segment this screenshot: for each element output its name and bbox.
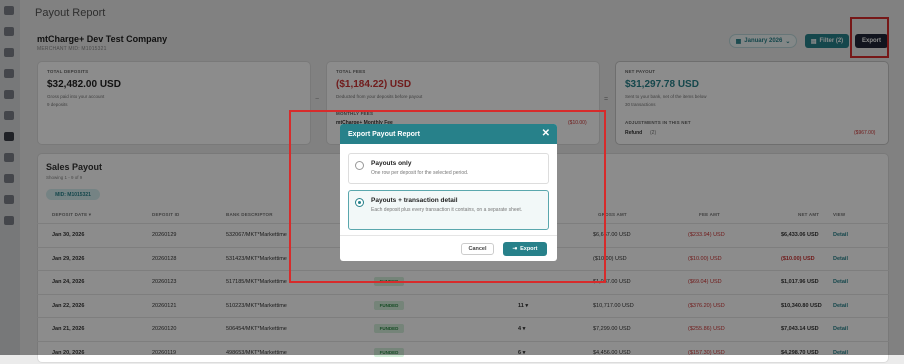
option2-desc: Each deposit plus every transaction it c… — [371, 207, 523, 213]
dialog-header: Export Payout Report ✕ — [340, 124, 557, 144]
cancel-button[interactable]: Cancel — [461, 243, 494, 255]
dialog-export-label: Export — [520, 246, 538, 252]
export-dialog: Export Payout Report ✕ Payouts only One … — [340, 124, 557, 261]
radio-payouts-only[interactable] — [355, 161, 364, 170]
dialog-export-button[interactable]: ⇥ Export — [503, 242, 547, 256]
export-icon: ⇥ — [512, 246, 518, 252]
option1-desc: One row per deposit for the selected per… — [371, 170, 469, 176]
dialog-title: Export Payout Report — [348, 130, 420, 138]
option-payouts-detail[interactable]: Payouts + transaction detail Each deposi… — [348, 190, 549, 230]
option-payouts-only[interactable]: Payouts only One row per deposit for the… — [348, 153, 549, 184]
close-icon[interactable]: ✕ — [542, 128, 550, 139]
dialog-footer-divider — [340, 235, 557, 236]
radio-payouts-detail[interactable] — [355, 198, 364, 207]
option2-title: Payouts + transaction detail — [371, 197, 458, 204]
option1-title: Payouts only — [371, 160, 412, 167]
